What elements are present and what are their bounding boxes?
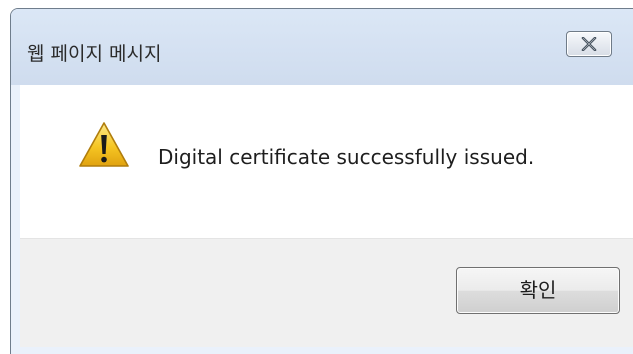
close-button[interactable] <box>566 31 612 57</box>
message-area: Digital certificate successfully issued. <box>20 85 633 238</box>
message-dialog: 웹 페이지 메시지 Digital certificate successful… <box>10 8 633 354</box>
dialog-title: 웹 페이지 메시지 <box>27 43 162 65</box>
dialog-content: Digital certificate successfully issued.… <box>20 85 633 347</box>
title-bar[interactable]: 웹 페이지 메시지 <box>11 9 633 85</box>
warning-icon <box>79 122 129 167</box>
button-area: 확인 <box>20 238 633 347</box>
ok-button[interactable]: 확인 <box>456 267 620 314</box>
close-icon <box>581 37 597 51</box>
message-text: Digital certificate successfully issued. <box>158 145 535 169</box>
